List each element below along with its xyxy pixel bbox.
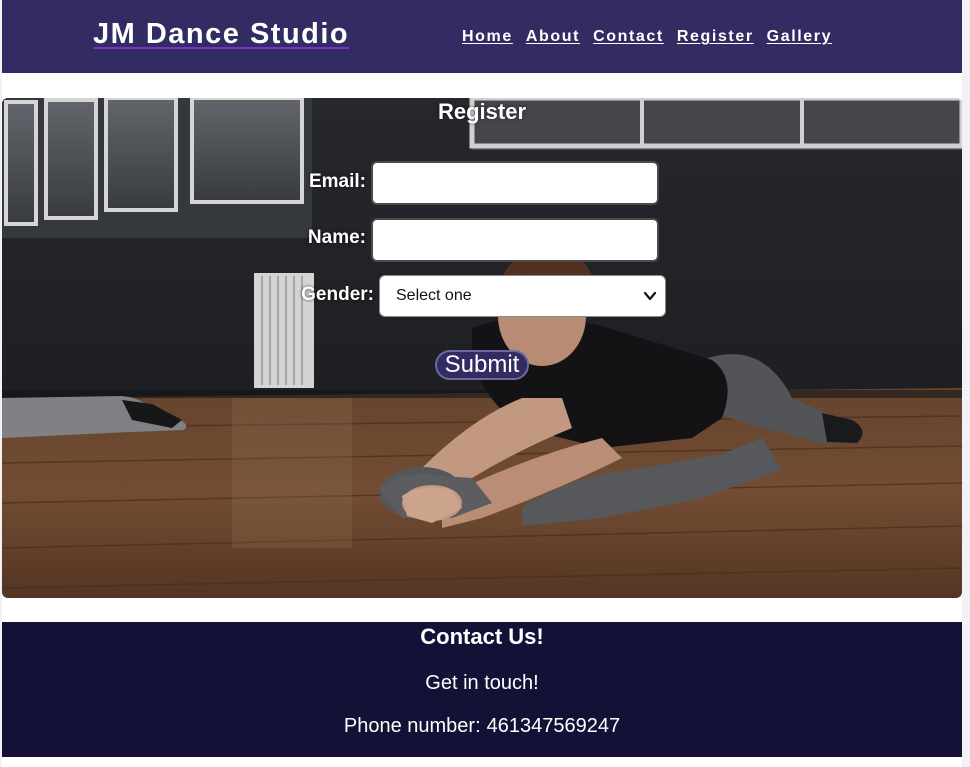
gender-select-value: Select one [396,287,472,304]
gender-select[interactable]: Select one [379,275,666,317]
register-section: Register Email: Name: Gender: Select one… [2,98,962,598]
name-label: Name: [307,227,366,248]
footer-title: Contact Us! [420,624,544,649]
page: JM Dance Studio Home About Contact Regis… [2,0,962,767]
nav-gallery-link[interactable]: Gallery [767,28,832,46]
email-label: Email: [308,171,366,192]
site-header: JM Dance Studio Home About Contact Regis… [2,0,962,73]
phone-label: Phone number: [343,715,481,737]
contact-footer: Contact Us! Get in touch! Phone number: 4… [2,622,962,757]
name-input[interactable] [371,218,659,262]
nav-about-link[interactable]: About [526,28,580,46]
brand-logo-link[interactable]: JM Dance Studio [93,18,349,51]
nav-register-link[interactable]: Register [677,28,754,46]
chevron-down-icon [643,291,657,301]
submit-button[interactable]: Submit [435,350,529,380]
phone-number: 461347569247 [486,715,621,737]
nav-home-link[interactable]: Home [462,28,513,46]
nav-contact-link[interactable]: Contact [593,28,664,46]
email-input[interactable] [371,161,659,205]
phone-line: Phone number: 461347569247 [2,715,962,738]
register-title: Register [2,98,962,124]
gender-label: Gender: [301,284,374,305]
register-title-text: Register [437,99,527,124]
main-nav: Home About Contact Register Gallery [462,28,832,46]
footer-subtitle: Get in touch! [425,672,539,694]
